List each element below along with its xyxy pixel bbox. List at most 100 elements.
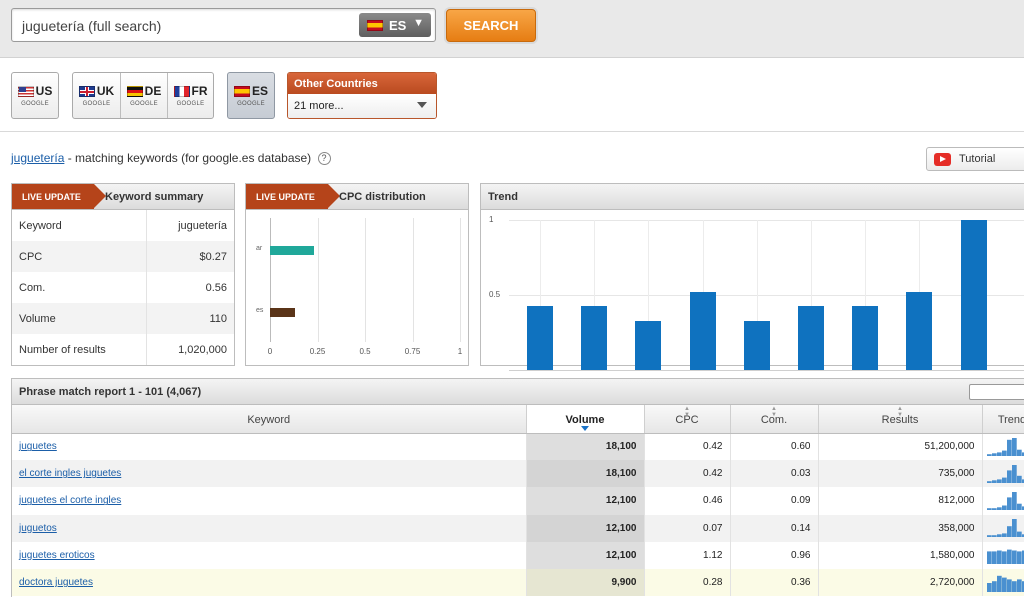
sparkline-bar (1001, 477, 1007, 483)
column-header-keyword[interactable]: Keyword (12, 405, 527, 434)
trend-bar[interactable] (798, 305, 824, 370)
widget-header: LIVE UPDATE Keyword summary (12, 184, 234, 210)
results-cell: 1,580,000 (818, 541, 983, 569)
country-button-us[interactable]: US GOOGLE (11, 72, 59, 119)
country-cell-us: US GOOGLE (12, 73, 58, 118)
country-group-eu: UK GOOGLE DE GOOGLE FR GOOGLE (72, 72, 214, 119)
search-input[interactable]: juguetería (full search) ES ▼ (11, 8, 436, 42)
keyword-link[interactable]: juguetes (19, 441, 57, 452)
table-row[interactable]: juguetes eroticos 12,100 1.12 0.96 1,580,000 (12, 541, 1024, 569)
cpc-bar-ar[interactable] (270, 246, 314, 255)
category-label: ar (256, 245, 263, 252)
gridline (509, 220, 1024, 221)
sparkline-bar (991, 480, 997, 483)
search-button[interactable]: SEARCH (446, 9, 536, 42)
sparkline-bar (996, 575, 1002, 592)
sort-icon: ▲ ▼ (684, 406, 690, 418)
category-label: es (256, 307, 264, 314)
cpc-cell: 0.28 (644, 568, 731, 597)
trend-cell[interactable] (982, 541, 1024, 569)
gridline (460, 218, 461, 342)
trend-cell[interactable] (982, 514, 1024, 542)
sparkline-bar (991, 508, 997, 510)
table-row[interactable]: juguetos 12,100 0.07 0.14 358,000 (12, 514, 1024, 542)
sparkline-bar (1011, 464, 1017, 483)
sparkline-bar (1011, 550, 1017, 565)
sparkline-bar (996, 534, 1002, 538)
other-countries-dropdown[interactable]: Other Countries 21 more... (287, 72, 437, 119)
trend-sparkline (986, 464, 1024, 483)
trend-sparkline (986, 437, 1024, 456)
sparkline-bar (1016, 531, 1022, 538)
trend-bar[interactable] (581, 305, 608, 370)
table-row[interactable]: juguetes el corte ingles 12,100 0.46 0.09 81… (12, 487, 1024, 515)
table-row[interactable]: juguetes 18,100 0.42 0.60 51,200,000 (12, 433, 1024, 461)
country-code-us: US (35, 84, 53, 98)
keyword-link[interactable]: juguetes eroticos (19, 550, 95, 561)
cpc-cell: 0.42 (644, 460, 731, 488)
database-select[interactable]: ES ▼ (359, 13, 431, 37)
trend-bar[interactable] (960, 220, 987, 370)
com-cell: 0.60 (730, 433, 819, 461)
trend-sparkline (986, 575, 1024, 592)
keyword-link[interactable]: doctora juguetes (19, 577, 93, 588)
help-icon[interactable]: ? (317, 152, 331, 166)
trend-bar[interactable] (689, 292, 716, 370)
engine-label-es: GOOGLE (237, 101, 265, 107)
x-tick-label: 0.75 (404, 347, 421, 356)
keyword-cell: juguetes eroticos (12, 541, 527, 569)
cpc-bar-es[interactable] (270, 308, 295, 317)
trend-cell[interactable] (982, 460, 1024, 488)
column-header-cpc[interactable]: ▲ ▼ CPC (644, 405, 731, 434)
table-row[interactable]: el corte ingles juguetes 18,100 0.42 0.03 73… (12, 460, 1024, 488)
tutorial-button[interactable]: Tutorial (926, 147, 1024, 171)
keyword-link[interactable]: el corte ingles juguetes (19, 468, 121, 479)
keyword-link[interactable]: juguetería (11, 151, 64, 165)
engine-label-uk: GOOGLE (82, 101, 111, 107)
other-countries-value: 21 more... (294, 100, 344, 112)
live-update-badge[interactable]: LIVE UPDATE (12, 184, 106, 209)
trend-bar[interactable] (635, 320, 662, 370)
trend-bar[interactable] (906, 292, 933, 370)
us-flag-icon (17, 86, 34, 98)
column-header-com[interactable]: ▲ ▼ Com. (730, 405, 819, 434)
other-countries-title: Other Countries (288, 73, 436, 94)
spain-flag-icon (367, 20, 383, 31)
country-button-de[interactable]: DE GOOGLE (121, 73, 167, 118)
live-update-badge[interactable]: LIVE UPDATE (246, 184, 340, 209)
sparkline-bar (986, 551, 992, 565)
results-cell: 812,000 (818, 487, 983, 515)
summary-label: Keyword (12, 210, 147, 241)
trend-sparkline (986, 491, 1024, 510)
search-bar: juguetería (full search) ES ▼ SEARCH (0, 0, 1024, 58)
sparkline-bar (1001, 505, 1007, 510)
sparkline-bar (1011, 491, 1017, 510)
cpc-cell: 0.46 (644, 487, 731, 515)
trend-bar[interactable] (527, 305, 553, 370)
keyword-summary-widget: LIVE UPDATE Keyword summary Keyword jugue… (11, 183, 235, 366)
sparkline-bar (986, 582, 992, 592)
search-query-text: juguetería (full search) (22, 18, 162, 34)
country-button-uk[interactable]: UK GOOGLE (73, 73, 120, 118)
filter-input[interactable] (969, 384, 1024, 400)
keyword-link[interactable]: juguetes el corte ingles (19, 495, 121, 506)
column-header-volume[interactable]: Volume (526, 405, 645, 434)
table-row[interactable]: doctora juguetes 9,900 0.28 0.36 2,720,000 (12, 568, 1024, 597)
trend-cell[interactable] (982, 487, 1024, 515)
trend-cell[interactable] (982, 568, 1024, 597)
keyword-cell: el corte ingles juguetes (12, 460, 527, 488)
column-header-results[interactable]: ▲ ▼ Results (818, 405, 983, 434)
country-button-fr[interactable]: FR GOOGLE (168, 73, 213, 118)
sparkline-bar (1006, 439, 1012, 456)
trend-bar[interactable] (852, 305, 879, 370)
country-button-es[interactable]: ES GOOGLE (227, 72, 275, 119)
other-countries-select[interactable]: 21 more... (288, 94, 436, 118)
sparkline-bar (1011, 519, 1017, 538)
trend-bar[interactable] (743, 320, 770, 370)
keyword-link[interactable]: juguetos (19, 523, 57, 534)
summary-row: Number of results 1,020,000 (12, 334, 234, 365)
summary-row: Keyword juguetería (12, 210, 234, 241)
summary-row: CPC $0.27 (12, 241, 234, 272)
trend-cell[interactable] (982, 433, 1024, 461)
x-tick-label: 0.5 (359, 347, 371, 356)
